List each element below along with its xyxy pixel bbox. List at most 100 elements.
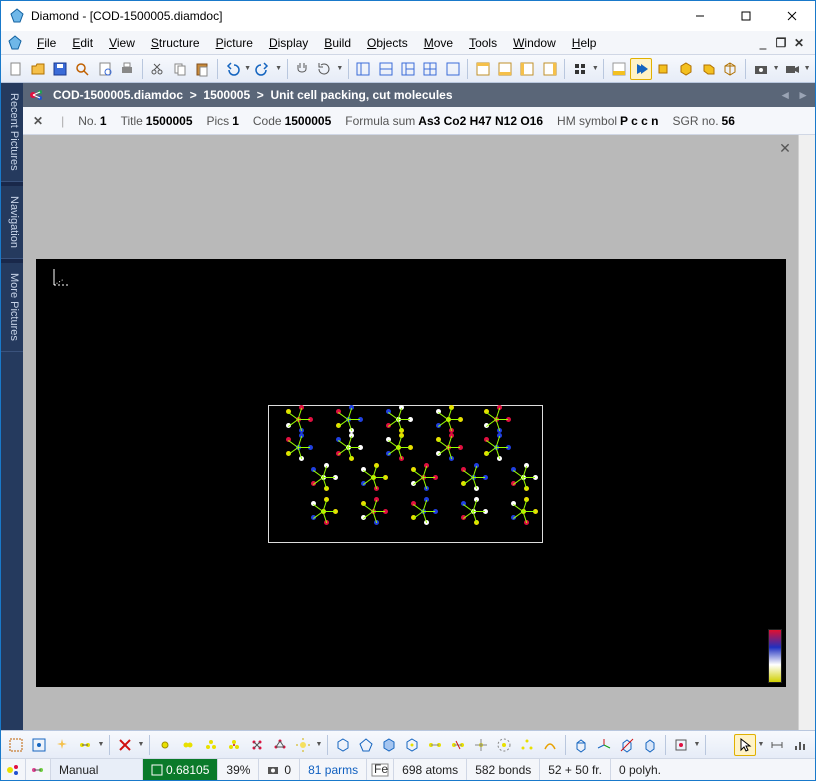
status-struct-icon[interactable] (1, 759, 26, 780)
undo-button[interactable] (221, 58, 242, 80)
menu-tools[interactable]: Tools (461, 33, 505, 53)
close-button[interactable] (769, 1, 815, 31)
star-del-button[interactable] (493, 734, 515, 756)
cube-front-button[interactable] (653, 58, 674, 80)
menu-display[interactable]: Display (261, 33, 316, 53)
panel3-button[interactable] (517, 58, 538, 80)
side-tab-more[interactable]: More Pictures (1, 263, 23, 352)
cell-shade-button[interactable] (639, 734, 661, 756)
mdi-minimize-button[interactable]: ‗ (755, 36, 771, 50)
record-button[interactable] (781, 58, 802, 80)
poly-pent-button[interactable] (355, 734, 377, 756)
layout1-button[interactable] (353, 58, 374, 80)
cube-wire-button[interactable] (720, 58, 741, 80)
cube-side-button[interactable] (697, 58, 718, 80)
atom-pair-button[interactable] (177, 734, 199, 756)
panel1-button[interactable] (472, 58, 493, 80)
light-button[interactable] (292, 734, 314, 756)
grid-dropdown[interactable]: ▼ (591, 58, 599, 80)
pan-button[interactable] (291, 58, 312, 80)
menu-help[interactable]: Help (564, 33, 605, 53)
play-button[interactable] (630, 58, 651, 80)
layout5-button[interactable] (442, 58, 463, 80)
cell-cube-button[interactable] (570, 734, 592, 756)
structure-viewport[interactable]: ✕ document.write((function(){let h='';co… (23, 135, 798, 730)
layout2-button[interactable] (375, 58, 396, 80)
preview-button[interactable] (94, 58, 115, 80)
star-button[interactable] (470, 734, 492, 756)
viewport-close-button[interactable]: ✕ (776, 139, 794, 157)
render-canvas[interactable]: document.write((function(){let h='';cons… (36, 259, 786, 687)
redo-button[interactable] (252, 58, 273, 80)
bc-next-icon[interactable]: ► (797, 88, 809, 102)
poly-hex-button[interactable] (332, 734, 354, 756)
poly-dot-button[interactable] (401, 734, 423, 756)
bc-id[interactable]: 1500005 (203, 88, 250, 102)
layout3-button[interactable] (397, 58, 418, 80)
atom-cluster-button[interactable] (200, 734, 222, 756)
tool-link-button[interactable] (74, 734, 96, 756)
new-doc-button[interactable] (5, 58, 26, 80)
cursor-button[interactable] (734, 734, 756, 756)
rotate-dropdown[interactable]: ▼ (336, 58, 344, 80)
redo-dropdown[interactable]: ▼ (275, 58, 283, 80)
tool-pick-button[interactable] (28, 734, 50, 756)
cell-axes-button[interactable] (593, 734, 615, 756)
copy-button[interactable] (169, 58, 190, 80)
tool-spark-button[interactable] (51, 734, 73, 756)
measure-button[interactable] (766, 734, 788, 756)
panel2-button[interactable] (494, 58, 515, 80)
layout4-button[interactable] (420, 58, 441, 80)
cell-cut-button[interactable] (616, 734, 638, 756)
rotate-button[interactable] (314, 58, 335, 80)
maximize-button[interactable] (723, 1, 769, 31)
menu-file[interactable]: File (29, 33, 64, 53)
tool-select-button[interactable] (5, 734, 27, 756)
mdi-restore-button[interactable]: ❐ (773, 36, 789, 50)
bc-prev-icon[interactable]: ◄ (779, 88, 791, 102)
menu-build[interactable]: Build (316, 33, 359, 53)
paste-button[interactable] (191, 58, 212, 80)
camera-button[interactable] (750, 58, 771, 80)
menu-objects[interactable]: Objects (359, 33, 416, 53)
status-element-icon[interactable]: Fe (367, 759, 394, 780)
save-button[interactable] (50, 58, 71, 80)
menu-window[interactable]: Window (505, 33, 564, 53)
record-dropdown[interactable]: ▼ (803, 58, 811, 80)
delete-dropdown[interactable]: ▼ (137, 734, 145, 756)
open-button[interactable] (27, 58, 48, 80)
menu-structure[interactable]: Structure (143, 33, 208, 53)
infobar-close-button[interactable]: ✕ (29, 114, 47, 128)
vertical-scrollbar[interactable] (798, 135, 815, 730)
cursor-dropdown[interactable]: ▼ (757, 734, 765, 756)
atom-single-button[interactable] (154, 734, 176, 756)
delete-atom-button[interactable] (114, 734, 136, 756)
minimize-button[interactable] (677, 1, 723, 31)
tool-link-dropdown[interactable]: ▼ (97, 734, 105, 756)
mdi-close-button[interactable]: ✕ (791, 36, 807, 50)
menu-picture[interactable]: Picture (208, 33, 261, 53)
bc-doc[interactable]: COD-1500005.diamdoc (53, 88, 183, 102)
app-menu-icon[interactable] (7, 35, 23, 51)
light-dropdown[interactable]: ▼ (315, 734, 323, 756)
bend-button[interactable] (539, 734, 561, 756)
status-frag-icon[interactable] (26, 759, 51, 780)
histogram-button[interactable] (789, 734, 811, 756)
undo-dropdown[interactable]: ▼ (244, 58, 252, 80)
bc-view[interactable]: Unit cell packing, cut molecules (270, 88, 452, 102)
color-bg-button[interactable] (608, 58, 629, 80)
camera-dropdown[interactable]: ▼ (772, 58, 780, 80)
fill-dropdown[interactable]: ▼ (693, 734, 701, 756)
fragment-button[interactable] (246, 734, 268, 756)
find-button[interactable] (72, 58, 93, 80)
status-mode[interactable]: Manual (51, 759, 143, 780)
fill-cell-button[interactable] (670, 734, 692, 756)
atom-lock-button[interactable] (223, 734, 245, 756)
print-button[interactable] (116, 58, 137, 80)
grid-button[interactable] (569, 58, 590, 80)
side-tab-recent[interactable]: Recent Pictures (1, 83, 23, 182)
cut-button[interactable] (147, 58, 168, 80)
molecule-button[interactable] (269, 734, 291, 756)
menu-move[interactable]: Move (416, 33, 461, 53)
menu-edit[interactable]: Edit (64, 33, 101, 53)
